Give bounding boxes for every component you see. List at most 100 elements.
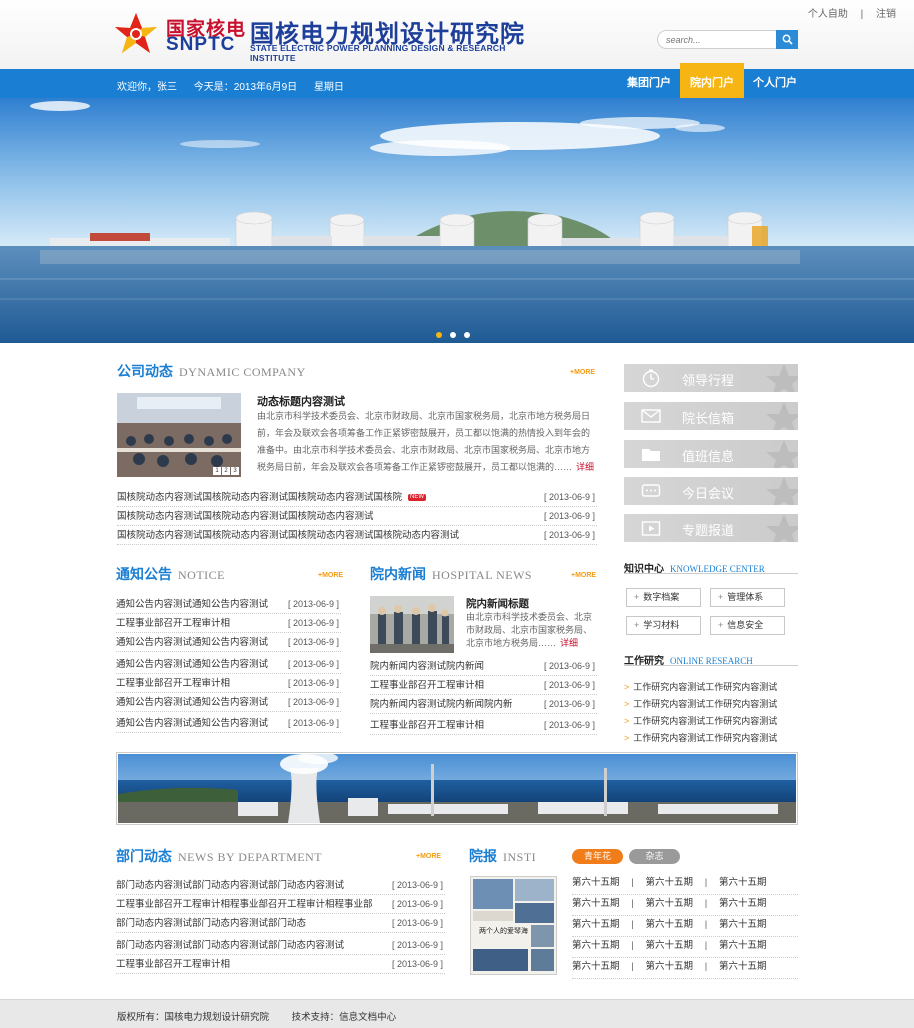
- list-item[interactable]: 院内新闻内容测试院内新闻 [ 2013-06-9 ]: [370, 657, 597, 676]
- list-item[interactable]: 国核院动态内容测试国核院动态内容测试国核院动态内容测试 [ 2013-06-9 ]: [117, 507, 597, 526]
- company-title-cn: 公司动态: [117, 364, 173, 380]
- digital-archive-button[interactable]: + 数字档案: [626, 588, 701, 607]
- issue-row: 第六十五期 | 第六十五期 | 第六十五期: [572, 937, 798, 958]
- list-item[interactable]: 院内新闻内容测试院内新闻院内新 [ 2013-06-9 ]: [370, 695, 597, 714]
- leader-schedule-button[interactable]: 领导行程: [624, 364, 798, 392]
- list-item-date: [ 2013-06-9 ]: [287, 599, 339, 609]
- company-feature-photo[interactable]: 1 2 3: [117, 393, 241, 477]
- research-title-cn: 工作研究: [624, 656, 664, 667]
- issue-link[interactable]: 第六十五期: [719, 874, 767, 894]
- portal-group[interactable]: 集团门户: [618, 69, 680, 98]
- banner-dot-2[interactable]: [450, 332, 456, 338]
- department-news-list: 部门动态内容测试部门动态内容测试部门动态内容测试 [ 2013-06-9 ] 工程…: [116, 876, 445, 974]
- list-item[interactable]: 通知公告内容测试通知公告内容测试 [ 2013-06-9 ]: [116, 655, 341, 674]
- issue-link[interactable]: 第六十五期: [572, 958, 620, 978]
- hospital-news-section-title: 院内新闻 HOSPITAL NEWS: [370, 564, 532, 586]
- logout-link[interactable]: 注销: [876, 9, 896, 20]
- company-more-link[interactable]: +MORE: [570, 369, 595, 376]
- list-item[interactable]: 部门动态内容测试部门动态内容测试部门动态内容测试 [ 2013-06-9 ]: [116, 936, 445, 955]
- top-links: 个人自助 | 注销: [808, 5, 896, 20]
- portal-institute[interactable]: 院内门户: [680, 63, 744, 98]
- department-more-link[interactable]: +MORE: [416, 853, 441, 860]
- magazine-cover[interactable]: 两个人的爱琴海: [470, 876, 557, 975]
- list-item[interactable]: 通知公告内容测试通知公告内容测试 [ 2013-06-9 ]: [116, 595, 341, 614]
- special-report-label: 专题报道: [682, 524, 735, 539]
- company-headline[interactable]: 动态标题内容测试: [257, 393, 345, 409]
- arrow-right-icon: >: [624, 733, 630, 743]
- issue-link[interactable]: 第六十五期: [646, 874, 694, 894]
- list-item[interactable]: 工程事业部召开工程审计相程事业部召开工程审计相程事业部 [ 2013-06-9 ]: [116, 895, 445, 914]
- hospital-headline[interactable]: 院内新闻标题: [466, 596, 529, 611]
- list-item[interactable]: 工程事业部召开工程审计相 [ 2013-06-9 ]: [116, 674, 341, 693]
- notice-list: 通知公告内容测试通知公告内容测试 [ 2013-06-9 ] 工程事业部召开工程审…: [116, 595, 341, 733]
- list-item[interactable]: 部门动态内容测试部门动态内容测试部门动态内容测试 [ 2013-06-9 ]: [116, 876, 445, 895]
- list-item[interactable]: 通知公告内容测试通知公告内容测试 [ 2013-06-9 ]: [116, 633, 341, 652]
- photo-page-1[interactable]: 1: [213, 467, 221, 475]
- issue-link[interactable]: 第六十五期: [719, 916, 767, 936]
- hospital-feature-photo[interactable]: [370, 596, 454, 653]
- list-item-date: [ 2013-06-9 ]: [543, 699, 595, 709]
- info-security-button[interactable]: + 信息安全: [710, 616, 785, 635]
- list-item-date: [ 2013-06-9 ]: [391, 918, 443, 928]
- list-item[interactable]: 部门动态内容测试部门动态内容测试部门动态 [ 2013-06-9 ]: [116, 914, 445, 933]
- list-item[interactable]: 工程事业部召开工程审计相 [ 2013-06-9 ]: [116, 614, 341, 633]
- hospital-more-link[interactable]: +MORE: [571, 572, 596, 579]
- personal-self-service-link[interactable]: 个人自助: [808, 9, 848, 20]
- list-item[interactable]: 国核院动态内容测试国核院动态内容测试国核院动态内容测试国核院动态内容测试 [ 20…: [117, 526, 597, 545]
- management-system-button[interactable]: + 管理体系: [710, 588, 785, 607]
- list-item[interactable]: > 工作研究内容测试工作研究内容测试: [624, 696, 777, 713]
- list-item[interactable]: 工程事业部召开工程审计相 [ 2013-06-9 ]: [370, 716, 597, 735]
- issue-link[interactable]: 第六十五期: [646, 895, 694, 915]
- list-item[interactable]: > 工作研究内容测试工作研究内容测试: [624, 679, 777, 696]
- issue-link[interactable]: 第六十五期: [646, 958, 694, 978]
- list-item[interactable]: 通知公告内容测试通知公告内容测试 [ 2013-06-9 ]: [116, 714, 341, 733]
- mail-icon: [641, 409, 661, 423]
- banner-dot-1[interactable]: [436, 332, 442, 338]
- research-item-text: 工作研究内容测试工作研究内容测试: [633, 733, 778, 743]
- plant-panorama-banner[interactable]: [116, 752, 798, 825]
- tab-magazine[interactable]: 杂志: [629, 849, 680, 864]
- issue-link[interactable]: 第六十五期: [572, 895, 620, 915]
- special-report-button[interactable]: 专题报道: [624, 514, 798, 542]
- company-detail-link[interactable]: 详细: [576, 462, 594, 472]
- footer-text: 版权所有：国核电力规划设计研究院 技术支持：信息文档中心: [117, 1009, 416, 1023]
- list-item[interactable]: 工程事业部召开工程审计相 [ 2013-06-9 ]: [370, 676, 597, 695]
- list-item[interactable]: > 工作研究内容测试工作研究内容测试: [624, 730, 777, 747]
- list-item[interactable]: > 工作研究内容测试工作研究内容测试: [624, 713, 777, 730]
- list-item[interactable]: 通知公告内容测试通知公告内容测试 [ 2013-06-9 ]: [116, 693, 341, 712]
- director-mailbox-button[interactable]: 院长信箱: [624, 402, 798, 430]
- study-material-button[interactable]: + 学习材料: [626, 616, 701, 635]
- today-meeting-label: 今日会议: [682, 487, 735, 502]
- today-meeting-button[interactable]: 今日会议: [624, 477, 798, 505]
- list-item-date: [ 2013-06-9 ]: [287, 697, 339, 707]
- list-item[interactable]: 工程事业部召开工程审计相 [ 2013-06-9 ]: [116, 955, 445, 974]
- photo-page-2[interactable]: 2: [222, 467, 230, 475]
- issue-link[interactable]: 第六十五期: [572, 874, 620, 894]
- issue-link[interactable]: 第六十五期: [646, 937, 694, 957]
- search-input[interactable]: [666, 33, 774, 47]
- photo-page-3[interactable]: 3: [231, 467, 239, 475]
- research-item-text: 工作研究内容测试工作研究内容测试: [633, 716, 778, 726]
- issue-link[interactable]: 第六十五期: [719, 937, 767, 957]
- issue-link[interactable]: 第六十五期: [646, 916, 694, 936]
- hero-banner[interactable]: [0, 98, 914, 343]
- site-logo[interactable]: 国家核电 SNPTC 国核电力规划设计研究院 STATE ELECTRIC PO…: [112, 12, 532, 63]
- issue-separator: |: [631, 898, 634, 909]
- list-item-text: 通知公告内容测试通知公告内容测试: [116, 697, 269, 708]
- notice-more-link[interactable]: +MORE: [318, 572, 343, 579]
- portal-personal[interactable]: 个人门户: [744, 69, 806, 98]
- duty-info-button[interactable]: 值班信息: [624, 440, 798, 468]
- issue-link[interactable]: 第六十五期: [719, 958, 767, 978]
- issue-link[interactable]: 第六十五期: [572, 916, 620, 936]
- list-item-date: [ 2013-06-9 ]: [543, 661, 595, 671]
- duty-info-label: 值班信息: [682, 450, 735, 465]
- hospital-detail-link[interactable]: 详细: [560, 638, 578, 648]
- search-button[interactable]: [776, 30, 798, 49]
- issue-link[interactable]: 第六十五期: [719, 895, 767, 915]
- list-item[interactable]: 国核院动态内容测试国核院动态内容测试国核院动态内容测试国核院 NEW [ 2013-…: [117, 488, 597, 507]
- list-item-date: [ 2013-06-9 ]: [543, 530, 595, 540]
- banner-dot-3[interactable]: [464, 332, 470, 338]
- snptc-logo-icon: [115, 13, 157, 53]
- tab-youth-flower[interactable]: 青年花: [572, 849, 623, 864]
- issue-link[interactable]: 第六十五期: [572, 937, 620, 957]
